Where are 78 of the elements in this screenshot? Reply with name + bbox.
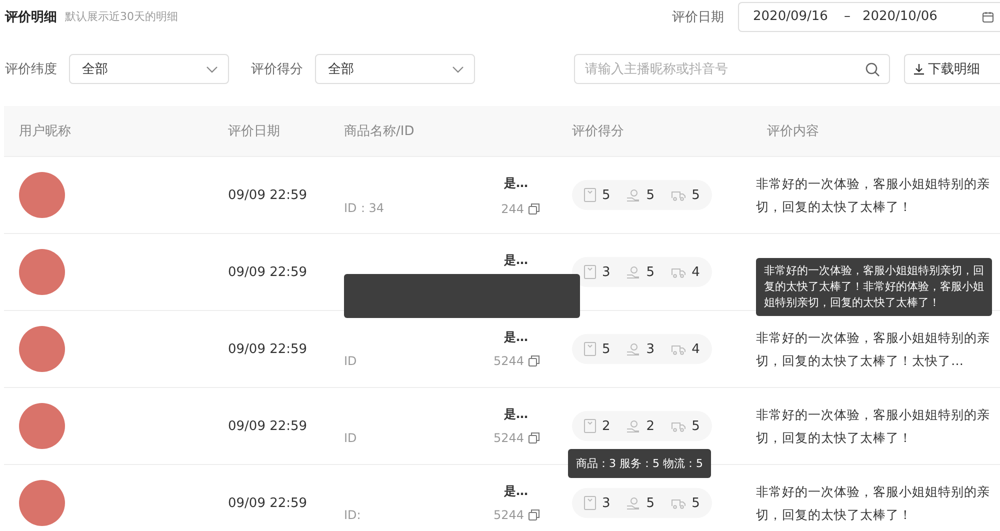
search-field[interactable]: 请输入主播昵称或抖音号 (574, 54, 890, 84)
filter-label: 评价得分 (251, 61, 303, 78)
product-icon (584, 419, 596, 433)
product-id-label: ID: (344, 508, 361, 522)
filter-select[interactable]: 全部 (315, 54, 475, 84)
tooltip: 非常好的一次体验，客服小姐姐特别亲切，回复的太快了太棒了！非常好的体验，客服小姐姐特别亲切，回复的太快了太棒了！ (756, 258, 992, 316)
avatar-placeholder (19, 403, 65, 449)
copy-icon[interactable] (528, 202, 540, 214)
truck-icon (670, 189, 686, 201)
chevron-down-icon (452, 66, 464, 72)
download-button[interactable]: 下载明细 (904, 54, 1000, 84)
product-id-label: ID (344, 431, 357, 445)
product-id: 244 (501, 202, 524, 216)
product-icon (584, 496, 596, 510)
product-name: 是… (504, 329, 528, 346)
product-name: 是… (504, 483, 528, 500)
product-icon (584, 265, 596, 279)
score-value: 4 (692, 342, 700, 356)
table-cell: 09/09 22:59 (228, 188, 308, 202)
copy-icon[interactable] (528, 355, 540, 367)
product-id-label: ID：34 (344, 200, 384, 217)
column-header: 评价日期 (228, 123, 281, 140)
review-text: 非常好的一次体验，客服小姐姐特别的亲切，回复的太快了太棒了！ (756, 483, 991, 524)
copy-icon[interactable] (528, 509, 540, 521)
product-id: 5244 (493, 431, 524, 445)
page-subtitle: 默认展示近30天的明细 (65, 9, 178, 24)
product-id-label: ID (344, 354, 357, 368)
product-id: 5244 (493, 508, 524, 522)
tooltip: 商品：3 服务：5 物流：5 (568, 449, 711, 478)
column-header: 用户昵称 (18, 123, 72, 140)
avatar-placeholder (19, 326, 65, 372)
filter-select[interactable]: 全部 (69, 54, 229, 84)
review-text: 非常好的一次体验，客服小姐姐特别的亲切，回复的太快了太棒了！太快了… (756, 329, 991, 370)
score-value: 5 (646, 496, 655, 510)
score-value: 5 (646, 264, 655, 280)
score-value: 2 (602, 418, 610, 434)
product-icon (584, 342, 596, 356)
score-value: 3 (602, 264, 610, 280)
review-text: 非常好的一次体验，客服小姐姐特别的亲切，回复的太快了太棒了！ (756, 175, 991, 216)
score-value: 2 (646, 418, 655, 434)
truck-icon (670, 343, 686, 355)
copy-icon[interactable] (528, 432, 540, 444)
table-cell: 09/09 22:59 (228, 418, 308, 434)
filter-label: 评价纬度 (5, 61, 57, 78)
avatar-placeholder (19, 480, 65, 526)
score-value: 5 (646, 188, 655, 202)
score-value: 4 (692, 264, 700, 280)
score-value: 5 (692, 418, 700, 434)
score-value: 5 (602, 342, 610, 356)
column-header: 商品名称/ID (344, 123, 416, 140)
truck-icon (670, 497, 686, 509)
score-value: 5 (692, 496, 700, 510)
score-value: 5 (692, 188, 700, 202)
avatar-placeholder (19, 172, 65, 218)
avatar-placeholder (19, 249, 65, 295)
download-icon (913, 63, 925, 75)
score-value: 3 (602, 496, 610, 510)
chevron-down-icon (206, 66, 218, 72)
review-text: 非常好的一次体验，客服小姐姐特别的亲切，回复的太快了太棒了！ (756, 406, 991, 447)
product-name: 是… (504, 406, 528, 423)
date-label: 评价日期 (672, 8, 724, 26)
date-range-field[interactable]: 2020/09/16 – 2020/10/06 (738, 2, 1000, 32)
truck-icon (670, 420, 686, 432)
column-header: 评价内容 (766, 123, 820, 140)
calendar-icon (982, 10, 994, 22)
product-id: 5244 (493, 354, 524, 368)
search-icon (865, 62, 880, 77)
table-cell: 09/09 22:59 (228, 264, 308, 280)
column-header: 评价得分 (572, 123, 625, 140)
page-title: 评价明细 (5, 8, 57, 26)
score-value: 5 (602, 188, 610, 202)
product-icon (584, 188, 596, 202)
truck-icon (670, 266, 686, 278)
product-name: 是… (504, 252, 528, 269)
product-name: 是… (504, 175, 528, 192)
table-cell: 09/09 22:59 (228, 496, 308, 510)
score-value: 3 (646, 342, 655, 356)
table-cell: 09/09 22:59 (228, 342, 308, 356)
